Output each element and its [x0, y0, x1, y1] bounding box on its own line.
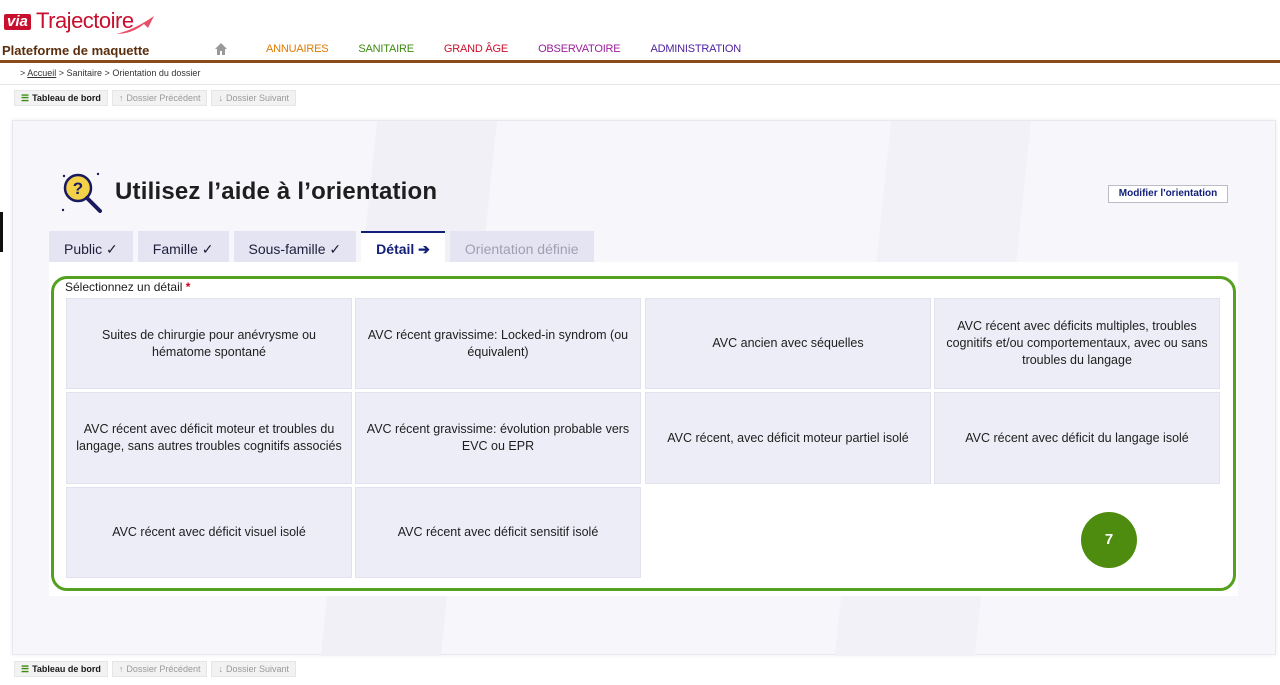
svg-text:?: ? — [73, 179, 83, 198]
modify-orientation-button[interactable]: Modifier l'orientation — [1108, 185, 1228, 203]
next-file-button[interactable]: ↓ Dossier Suivant — [211, 90, 296, 106]
step-tabs: Public ✓ Famille ✓ Sous-famille ✓ Détail… — [49, 231, 594, 262]
previous-file-button[interactable]: ↑ Dossier Précédent — [111, 90, 208, 106]
top-toolbar: ☰ Tableau de bord ↑ Dossier Précédent ↓ Dos… — [14, 90, 296, 106]
magnifier-question-icon: ? — [61, 172, 102, 213]
main-nav: ANNUAIRES SANITAIRE GRAND ÂGE OBSERVATOI… — [214, 42, 771, 56]
highlight-outline — [51, 276, 1236, 591]
list-icon: ☰ — [21, 93, 30, 103]
dashboard-label: Tableau de bord — [32, 93, 101, 103]
nav-sanitaire[interactable]: SANITAIRE — [358, 43, 414, 55]
arrow-down-icon: ↓ — [218, 93, 223, 103]
step-number-badge: 7 — [1081, 512, 1137, 568]
header-divider — [0, 60, 1280, 63]
bottom-toolbar: ☰ Tableau de bord ↑ Dossier Précédent ↓ Dos… — [14, 661, 296, 677]
nav-administration[interactable]: ADMINISTRATION — [650, 43, 741, 55]
logo-swoosh-icon — [116, 16, 154, 34]
tab-sous-famille[interactable]: Sous-famille ✓ — [233, 231, 357, 262]
window-edge — [0, 212, 3, 252]
next-file-label: Dossier Suivant — [225, 93, 289, 103]
previous-file-label: Dossier Précédent — [126, 93, 201, 103]
tab-famille[interactable]: Famille ✓ — [137, 231, 229, 262]
logo-via-text: via — [4, 14, 31, 30]
viatrajectoire-logo[interactable]: via Trajectoire — [4, 8, 164, 40]
arrow-down-icon: ↓ — [218, 664, 223, 674]
dashboard-label: Tableau de bord — [32, 664, 101, 674]
dashboard-button[interactable]: ☰ Tableau de bord — [14, 661, 108, 677]
nav-annuaires[interactable]: ANNUAIRES — [266, 43, 329, 55]
page-title: Utilisez l’aide à l’orientation — [115, 178, 438, 205]
app-header: via Trajectoire Plateforme de maquette A… — [0, 0, 1280, 64]
next-file-label: Dossier Suivant — [225, 664, 289, 674]
nav-grand-age[interactable]: GRAND ÂGE — [444, 43, 508, 55]
breadcrumb-divider — [0, 84, 1280, 85]
tab-public[interactable]: Public ✓ — [49, 231, 133, 262]
next-file-button[interactable]: ↓ Dossier Suivant — [211, 661, 296, 677]
list-icon: ☰ — [21, 664, 30, 674]
previous-file-button[interactable]: ↑ Dossier Précédent — [111, 661, 208, 677]
home-icon[interactable] — [214, 42, 228, 56]
breadcrumb: > Accueil > Sanitaire > Orientation du d… — [20, 68, 200, 78]
tab-orientation-definie: Orientation définie — [449, 231, 594, 262]
arrow-up-icon: ↑ — [118, 664, 124, 674]
breadcrumb-trail: > Sanitaire > Orientation du dossier — [56, 68, 201, 78]
breadcrumb-home-link[interactable]: Accueil — [27, 68, 56, 78]
nav-observatoire[interactable]: OBSERVATOIRE — [538, 43, 621, 55]
platform-name: Plateforme de maquette — [2, 43, 150, 58]
tab-detail[interactable]: Détail ➔ — [361, 231, 445, 262]
arrow-up-icon: ↑ — [118, 93, 124, 103]
dashboard-button[interactable]: ☰ Tableau de bord — [14, 90, 108, 106]
previous-file-label: Dossier Précédent — [126, 664, 201, 674]
